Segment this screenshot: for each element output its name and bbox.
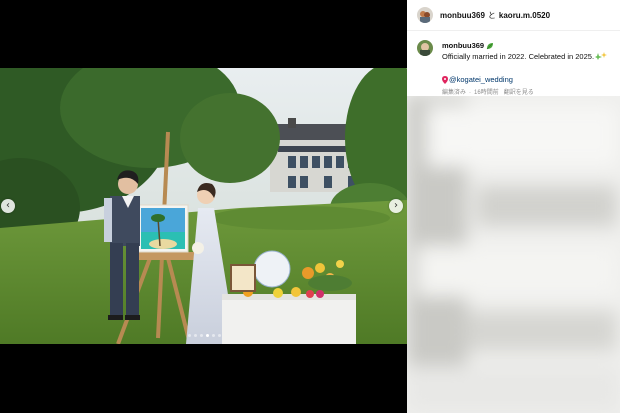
carousel-dot (200, 334, 203, 337)
avatar[interactable] (417, 40, 433, 56)
next-photo-button[interactable]: › (389, 199, 403, 213)
carousel-dot (212, 334, 215, 337)
wedding-photo (0, 68, 407, 344)
caption-username[interactable]: monbuu369 (442, 40, 484, 51)
location-text[interactable]: @kogatei_wedding (449, 74, 513, 85)
location-link[interactable]: @kogatei_wedding (442, 74, 610, 85)
header-conjunction: と (487, 10, 496, 20)
post-side-panel: monbuu369 と kaoru.m.0520 monbuu369 Officia… (407, 0, 620, 413)
previous-photo-button[interactable]: ‹ (1, 199, 15, 213)
header-username-1[interactable]: monbuu369 (440, 11, 485, 20)
collab-usernames: monbuu369 と kaoru.m.0520 (440, 10, 550, 21)
pin-icon (442, 75, 448, 84)
sparkle-icon (595, 52, 608, 60)
carousel-dot-active (206, 334, 209, 337)
caption-text: Officially married in 2022. Celebrated i… (442, 52, 595, 61)
avatar[interactable] (417, 7, 433, 23)
carousel-dot (218, 334, 221, 337)
carousel-indicator (188, 334, 221, 337)
chevron-right-icon: › (394, 200, 398, 211)
blurred-comments (407, 96, 620, 413)
caption-block: monbuu369 Officially married in 2022. Ce… (407, 31, 620, 99)
post-photo (0, 68, 407, 344)
media-viewer: ‹ › (0, 0, 407, 413)
blurred-comments-graphic (407, 96, 620, 413)
post-header: monbuu369 と kaoru.m.0520 (407, 0, 620, 31)
leaf-icon (486, 42, 494, 49)
header-username-2[interactable]: kaoru.m.0520 (499, 11, 550, 20)
chevron-left-icon: ‹ (6, 200, 10, 211)
carousel-dot (194, 334, 197, 337)
carousel-dot (188, 334, 191, 337)
